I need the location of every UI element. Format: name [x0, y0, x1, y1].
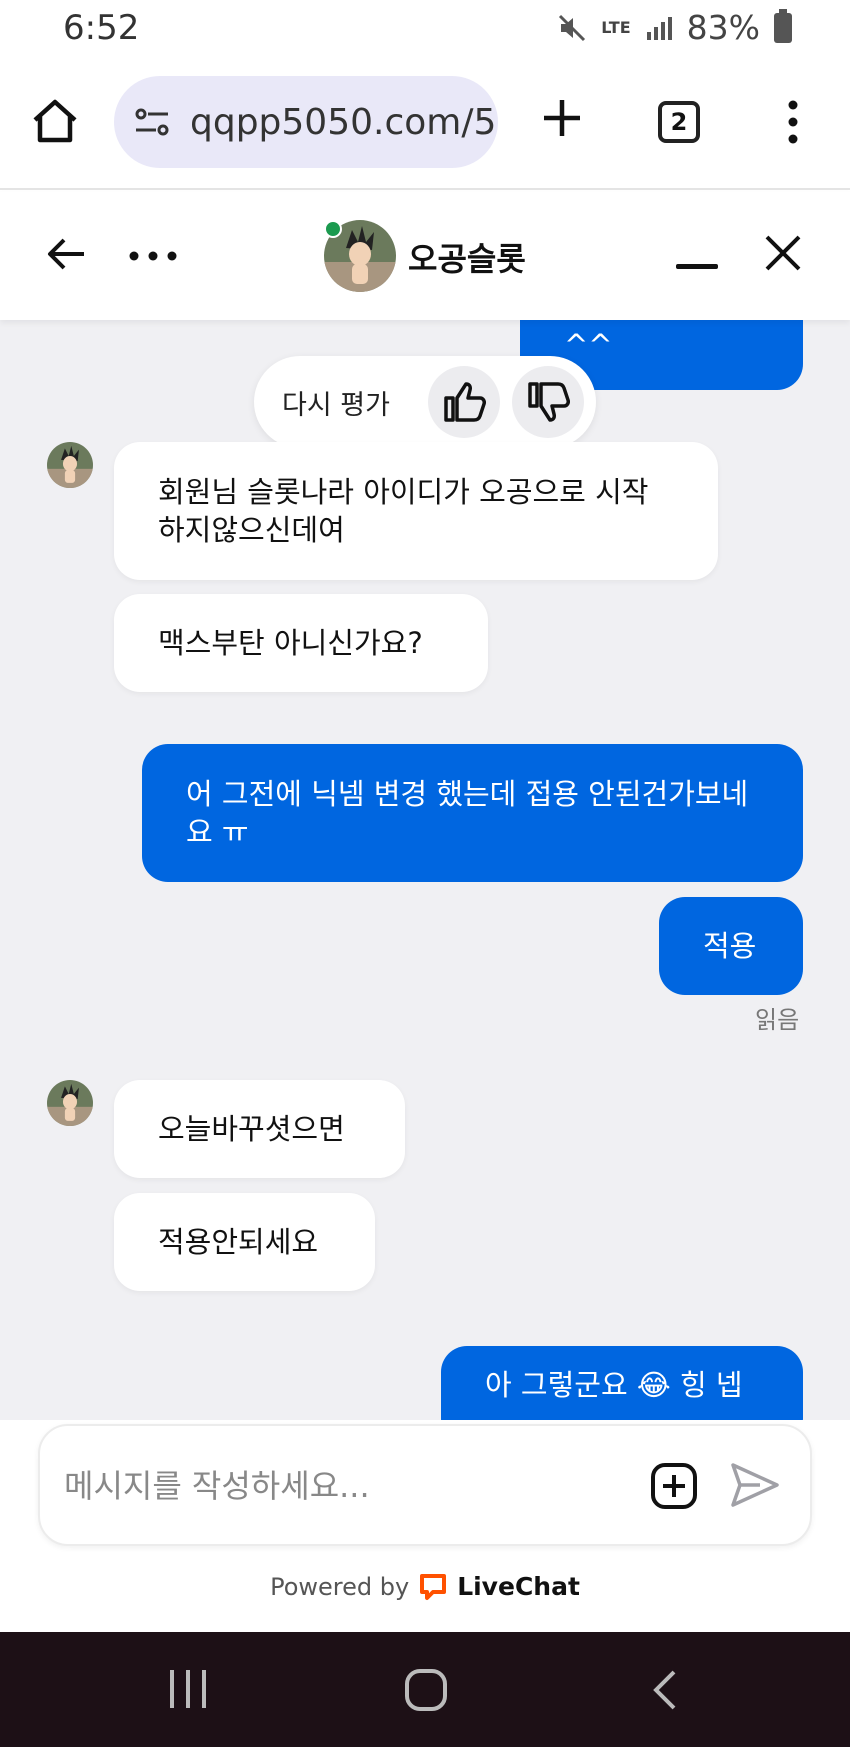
agent-name: 오공슬롯 — [408, 240, 526, 278]
close-icon[interactable] — [762, 232, 804, 274]
message-bubble-agent: 맥스부탄 아니신가요? — [114, 594, 488, 692]
more-vert-icon[interactable] — [780, 100, 806, 144]
message-text: 오늘바꾸셧으면 — [158, 1112, 345, 1146]
message-bubble-agent: 적용안되세요 — [114, 1193, 375, 1291]
rating-prompt: 다시 평가 — [254, 356, 596, 448]
site-settings-icon[interactable] — [132, 102, 172, 142]
minimize-button[interactable] — [676, 264, 718, 269]
url-text: qqpp5050.com/5 — [190, 101, 497, 143]
mute-icon — [559, 14, 586, 41]
attach-plus-icon[interactable] — [650, 1462, 698, 1510]
more-horiz-icon[interactable] — [128, 250, 178, 262]
agent-avatar — [324, 220, 396, 292]
tab-switcher-button[interactable]: 2 — [658, 101, 700, 143]
thumbs-down-icon — [528, 382, 570, 422]
agent-message-avatar — [47, 1080, 93, 1126]
powered-by[interactable]: Powered by LiveChat — [0, 1572, 850, 1601]
composer-area: Powered by LiveChat — [0, 1420, 850, 1630]
read-receipt: 읽음 — [755, 1006, 800, 1034]
status-icons: LTE 83% — [557, 8, 792, 47]
recent-apps-icon[interactable] — [168, 1668, 208, 1710]
chat-header: 오공슬롯 — [0, 192, 850, 320]
message-composer — [38, 1424, 812, 1546]
status-time: 6:52 — [63, 8, 140, 48]
back-arrow-icon[interactable] — [44, 232, 88, 276]
thumbs-down-button[interactable] — [512, 366, 584, 438]
message-text: 어 그전에 닉넴 변경 했는데 접용 안된건가보네요 ㅠ — [186, 777, 749, 849]
agent-message-avatar — [47, 442, 93, 488]
thumbs-up-button[interactable] — [428, 366, 500, 438]
message-bubble-visitor: 아 그렇군요 😂 힝 넵 — [441, 1346, 803, 1420]
rating-label: 다시 평가 — [282, 389, 390, 421]
message-text: 5050쿱이요 ^^ — [564, 320, 718, 362]
home-nav-icon[interactable] — [404, 1668, 448, 1712]
livechat-brand: LiveChat — [457, 1572, 580, 1601]
address-bar[interactable]: qqpp5050.com/5 — [114, 76, 498, 168]
back-nav-icon[interactable] — [650, 1668, 680, 1712]
network-type: LTE — [601, 17, 631, 37]
message-input[interactable] — [64, 1460, 624, 1512]
tab-count: 2 — [670, 108, 688, 136]
new-tab-icon[interactable] — [540, 96, 584, 140]
message-bubble-agent: 회원님 슬롯나라 아이디가 오공으로 시작하지않으신데여 — [114, 442, 718, 580]
avatar-image — [47, 442, 93, 488]
message-text: 아 그렇군요 😂 힝 넵 — [485, 1368, 743, 1402]
message-bubble-agent: 오늘바꾸셧으면 — [114, 1080, 405, 1178]
message-text: 회원님 슬롯나라 아이디가 오공으로 시작하지않으신데여 — [158, 475, 649, 547]
message-text: 맥스부탄 아니신가요? — [158, 626, 423, 660]
home-icon[interactable] — [30, 96, 80, 146]
livechat-logo-icon — [420, 1573, 447, 1600]
send-icon[interactable] — [730, 1462, 780, 1508]
battery-percent: 83% — [686, 8, 760, 47]
signal-icon — [646, 16, 672, 40]
powered-by-label: Powered by — [270, 1572, 410, 1601]
online-status-dot — [324, 220, 342, 238]
message-bubble-visitor: 어 그전에 닉넴 변경 했는데 접용 안된건가보네요 ㅠ — [142, 744, 803, 882]
message-text: 적용안되세요 — [158, 1225, 319, 1259]
status-bar: 6:52 LTE 83% — [0, 0, 850, 60]
message-text: 적용 — [703, 929, 757, 963]
chat-transcript[interactable]: 5050쿱이요 ^^ 다시 평가 회원님 슬롯나라 아이디가 오공으로 시작하지… — [0, 320, 850, 1420]
browser-toolbar: qqpp5050.com/5 2 — [0, 60, 850, 190]
battery-icon — [774, 8, 792, 43]
message-bubble-visitor: 적용 — [659, 897, 803, 995]
avatar-image — [47, 1080, 93, 1126]
thumbs-up-icon — [444, 382, 486, 422]
system-nav-bar — [0, 1632, 850, 1747]
